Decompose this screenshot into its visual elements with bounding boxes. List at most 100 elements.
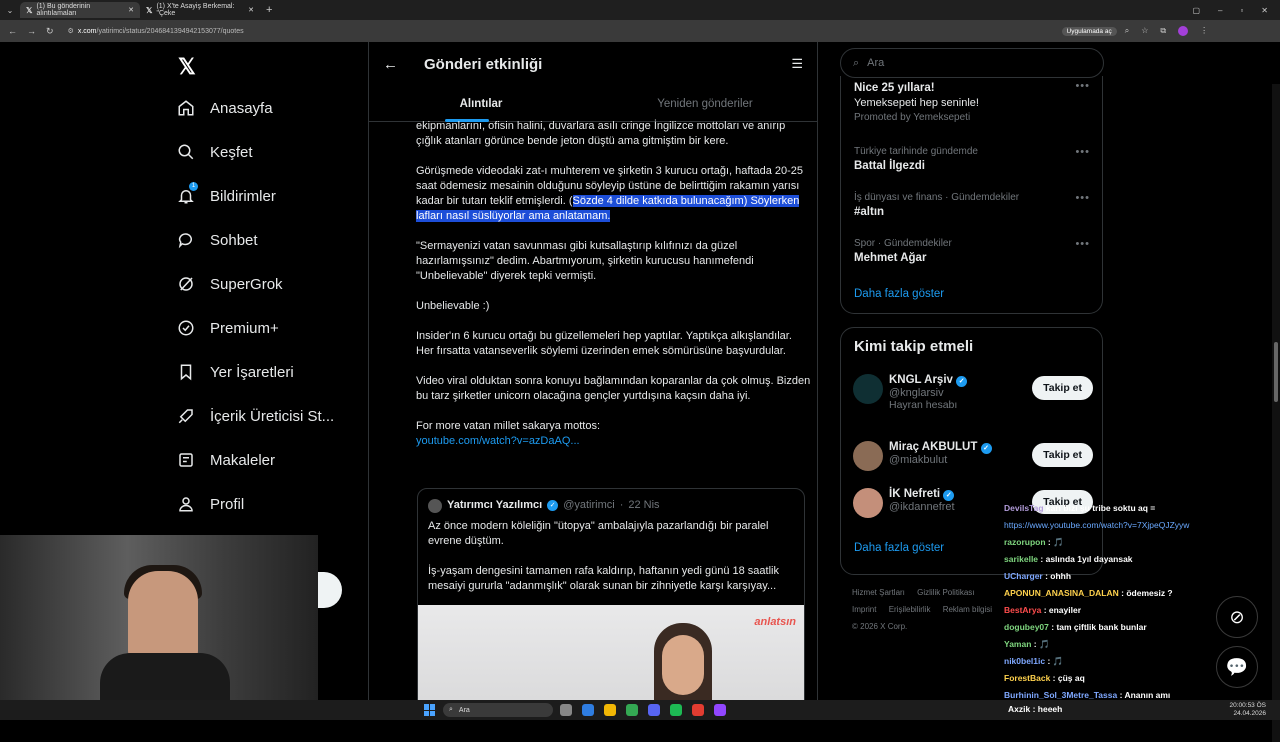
youtube-link[interactable]: youtube.com/watch?v=azDaAQ... [416,435,580,447]
promoted-trend[interactable]: Nice 25 yıllara! Yemeksepeti hep seninle… [854,82,979,123]
tab-reposts[interactable]: Yeniden gönderiler [593,86,817,121]
x-logo-icon[interactable]: 𝕏 [178,54,196,80]
task-view-icon[interactable] [560,704,572,716]
chat-message: DevilsTag karı bizi şu tribe soktu aq = [1004,500,1274,517]
edge-icon[interactable] [582,704,594,716]
spotify-icon[interactable] [670,704,682,716]
forward-icon[interactable]: → [27,26,36,37]
maximize-icon[interactable]: ▫ [1240,6,1243,15]
nav-notifications[interactable]: 1 Bildirimler [176,182,276,206]
account-handle: @miakbulut [889,454,948,466]
quoted-post-date[interactable]: 22 Nis [628,498,659,513]
more-options-icon[interactable]: ••• [1075,146,1090,158]
follow-suggestion[interactable]: Miraç AKBULUT ✓ @miakbulut Takip et [853,441,1093,471]
app-icon[interactable] [692,704,704,716]
post-paragraph: ekipmanlarını, ofisin halini, duvarlara … [416,120,786,147]
show-more-trends-link[interactable]: Daha fazla göster [854,288,944,300]
follow-suggestion[interactable]: KNGL Arşiv ✓ @knglarsiv Hayran hesabı Ta… [853,374,1093,411]
footer-link[interactable]: Hizmet Şartları [852,588,905,597]
search-input[interactable]: ⌕ Ara [840,48,1104,78]
nav-supergrok[interactable]: SuperGrok [176,274,283,294]
zoom-icon[interactable]: ⌕ [1125,26,1129,36]
nav-profile[interactable]: Profil [176,494,244,514]
verified-badge-icon: ✓ [547,500,559,511]
grok-fab-icon[interactable]: ⊘ [1216,596,1258,638]
taskbar-clock[interactable]: 20:00:53 ÖS 24.04.2026 [1230,702,1267,718]
windows-start-icon[interactable] [424,704,436,716]
chat-username: UCharger [1004,571,1043,581]
avatar[interactable] [428,498,442,513]
close-tab-icon[interactable]: ✕ [128,6,134,14]
tab-quotes[interactable]: Alıntılar [369,86,593,122]
back-arrow-icon[interactable]: ← [383,56,398,73]
obs-icon[interactable] [714,704,726,716]
site-info-icon[interactable]: ⚙ [68,27,74,35]
more-options-icon[interactable]: ••• [1075,80,1090,92]
post-text-span: For more vatan millet sakarya mottos: [416,420,601,432]
trend-item[interactable]: İş dünyası ve finans · Gündemdekiler #al… [854,192,1019,218]
nav-bookmarks[interactable]: Yer İşaretleri [176,362,294,382]
new-tab-icon[interactable]: + [266,4,272,16]
trend-item[interactable]: Türkiye tarihinde gündemde Battal İlgezd… [854,146,978,172]
close-window-icon[interactable]: ✕ [1261,6,1268,15]
filter-settings-icon[interactable]: ☰ [791,56,803,72]
post-text: ekipmanlarını, ofisin halini, duvarlara … [416,119,811,464]
messages-fab-icon[interactable]: 💬 [1216,646,1258,688]
quoted-post-image[interactable]: anlatsın [418,605,804,700]
follow-button[interactable]: Takip et [1032,376,1093,400]
profile-avatar[interactable] [1178,26,1189,36]
chat-link[interactable]: https://www.youtube.com/watch?v=7XjpeQJZ… [1004,520,1189,530]
extension-icon[interactable]: ⧉ [1160,26,1166,36]
nav-creator-studio[interactable]: İçerik Üreticisi St... [176,406,334,426]
post-paragraph: Unbelievable :) [416,300,490,312]
clock-time: 20:00:53 ÖS [1229,702,1267,709]
bookmark-star-icon[interactable]: ☆ [1141,26,1148,36]
nav-chat[interactable]: Sohbet [176,230,258,250]
back-icon[interactable]: ← [8,26,17,37]
file-explorer-icon[interactable] [604,704,616,716]
footer-link[interactable]: Reklam bilgisi [943,605,992,614]
footer-link[interactable]: Erişilebilirlik [889,605,931,614]
menu-icon[interactable]: ⋮ [1200,26,1208,36]
nav-explore[interactable]: Keşfet [176,142,253,162]
chrome-icon[interactable] [626,704,638,716]
avatar[interactable] [853,441,883,471]
account-bio: Hayran hesabı [889,399,958,411]
more-options-icon[interactable]: ••• [1075,192,1090,204]
avatar[interactable] [853,488,883,518]
trend-category: İş dünyası ve finans · Gündemdekiler [854,192,1020,203]
trend-item[interactable]: Spor · Gündemdekiler Mehmet Ağar [854,238,952,264]
more-options-icon[interactable]: ••• [1075,238,1090,250]
trend-category: Türkiye tarihinde gündemde [854,146,978,157]
nav-premium[interactable]: Premium+ [176,318,279,338]
quoted-author-name[interactable]: Yatırımcı Yazılımcı [447,498,542,513]
quoted-author-handle[interactable]: @yatirimci [563,498,615,513]
copyright: © 2026 X Corp. [852,622,908,631]
chat-username: dogubey07 [1004,622,1049,632]
close-tab-icon[interactable]: ✕ [248,6,254,14]
taskbar-search[interactable]: ⌕ Ara [443,703,553,717]
discord-icon[interactable] [648,704,660,716]
footer-link[interactable]: Imprint [852,605,876,614]
nav-home[interactable]: Anasayfa [176,98,273,118]
scrollbar-thumb[interactable] [1274,342,1278,402]
extensions-icon[interactable]: ▢ [1192,6,1200,15]
minimize-icon[interactable]: – [1218,6,1222,15]
chat-text: enayiler [1048,605,1082,615]
follow-button[interactable]: Takip et [1032,443,1093,467]
browser-tab-quotes[interactable]: 𝕏 (1) Bu gönderinin alıntılamaları ✕ [20,2,140,18]
open-in-app-button[interactable]: Uygulamada aç [1061,26,1117,36]
post-paragraph: Video viral olduktan sonra konuyu bağlam… [416,375,811,402]
reload-icon[interactable]: ↻ [46,26,54,37]
avatar[interactable] [853,374,883,404]
account-name: İK Nefreti [889,488,941,500]
nav-articles[interactable]: Makaleler [176,450,275,470]
quoted-post[interactable]: Yatırımcı Yazılımcı ✓ @yatirimci · 22 Ni… [417,488,805,700]
browser-tab-asayis[interactable]: 𝕏 (1) X'te Asayiş Berkemal: "Çeke ✕ [140,2,260,18]
trend-category: Spor · Gündemdekiler [854,238,952,249]
search-icon: ⌕ [853,56,860,69]
url-field[interactable]: ⚙ x.com/yatirimci/status/204684139494215… [62,24,1062,38]
footer-link[interactable]: Gizlilik Politikası [917,588,974,597]
show-more-accounts-link[interactable]: Daha fazla göster [854,542,944,554]
tab-list-icon[interactable]: ⌄ [0,6,20,15]
